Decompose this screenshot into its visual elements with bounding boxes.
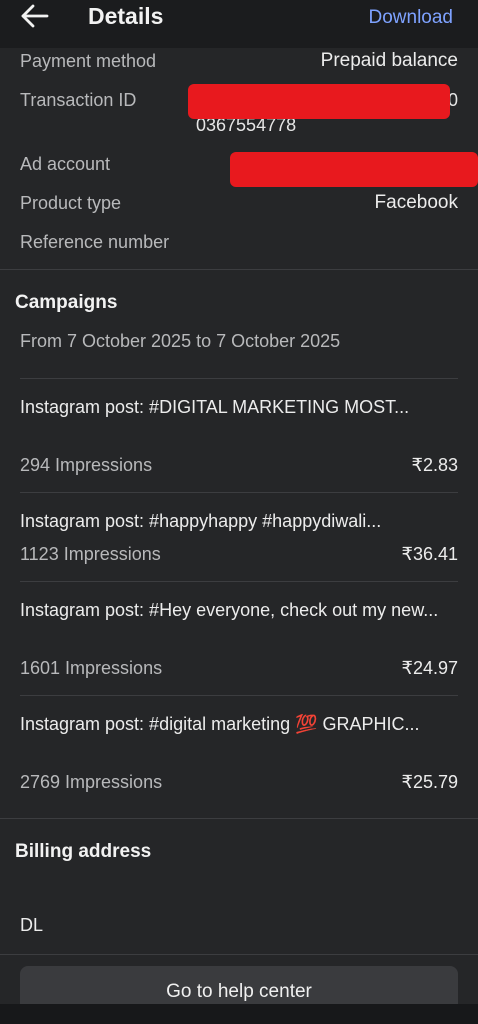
campaign-impressions: 294 Impressions xyxy=(20,455,153,475)
campaigns-title: Campaigns xyxy=(15,292,118,313)
campaign-name[interactable]: Instagram post: #digital marketing 💯 GRA… xyxy=(20,712,440,736)
campaign-impressions: 2769 Impressions xyxy=(20,772,163,792)
reference-number-label: Reference number xyxy=(20,232,170,252)
product-type-value: Facebook xyxy=(374,192,458,213)
campaigns-date-range: From 7 October 2025 to 7 October 2025 xyxy=(20,331,341,351)
billing-address-line: DL xyxy=(20,915,44,935)
campaign-cost: ₹36.41 xyxy=(401,544,459,564)
page-title: Details xyxy=(88,3,164,29)
section-divider xyxy=(0,269,478,270)
campaign-cost: ₹25.79 xyxy=(401,772,459,792)
section-divider xyxy=(0,818,478,819)
campaign-name[interactable]: Instagram post: #DIGITAL MARKETING MOST.… xyxy=(20,395,440,419)
details-screen: Details Download Payment method Prepaid … xyxy=(0,0,478,1024)
campaign-name[interactable]: Instagram post: #happyhappy #happydiwali… xyxy=(20,509,440,533)
list-divider xyxy=(20,695,458,696)
list-divider xyxy=(20,378,458,379)
product-type-label: Product type xyxy=(20,193,122,213)
top-bar: Details Download xyxy=(0,0,478,48)
list-divider xyxy=(20,492,458,493)
section-divider xyxy=(0,954,478,955)
redaction-mark xyxy=(230,152,478,187)
bottom-bar xyxy=(0,1004,478,1024)
transaction-id-label: Transaction ID xyxy=(20,90,137,110)
campaign-cost: ₹2.83 xyxy=(411,455,459,475)
campaign-impressions: 1123 Impressions xyxy=(20,544,161,564)
campaign-impressions: 1601 Impressions xyxy=(20,658,163,678)
campaign-name[interactable]: Instagram post: #Hey everyone, check out… xyxy=(20,598,440,622)
download-button[interactable]: Download xyxy=(369,4,454,32)
campaign-cost: ₹24.97 xyxy=(401,658,459,678)
ad-account-label: Ad account xyxy=(20,154,111,174)
redaction-mark xyxy=(188,84,450,119)
payment-method-label: Payment method xyxy=(20,51,157,71)
arrow-left-icon[interactable] xyxy=(18,2,50,30)
list-divider xyxy=(20,581,458,582)
payment-method-value: Prepaid balance xyxy=(320,50,458,71)
billing-address-title: Billing address xyxy=(15,841,152,862)
